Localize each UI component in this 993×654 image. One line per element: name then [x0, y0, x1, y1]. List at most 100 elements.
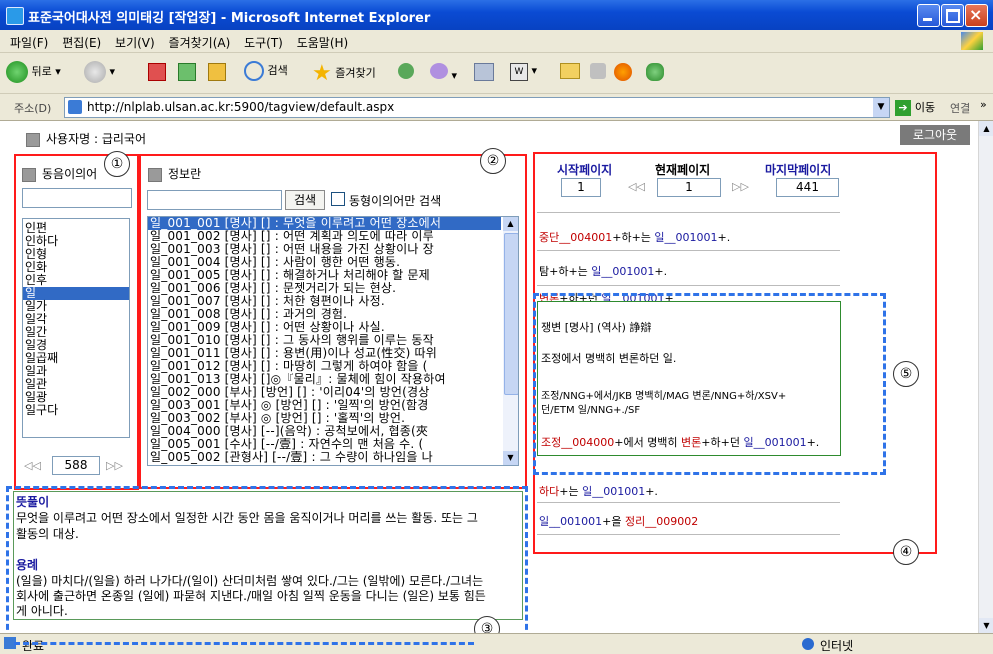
menu-edit[interactable]: 편집(E) [62, 34, 101, 51]
list-item[interactable]: 인후 [23, 274, 129, 287]
sense-item[interactable]: 일_001_002 [명사] [] : 어떤 계획과 의도에 따라 이루 [148, 230, 501, 243]
folder-icon[interactable] [560, 63, 580, 82]
toolbar: 뒤로 ▾ ▾ 검색 ★ 즐겨찾기 ▾ W ▾ [0, 53, 993, 94]
popup-morph-2: 던/ETM 일/NNG+./SF [541, 405, 641, 416]
last-page-input[interactable]: 441 [776, 178, 839, 197]
sense-item[interactable]: 일_001_010 [명사] [] : 그 동사의 행위를 이루는 동작 [148, 334, 501, 347]
mail-icon[interactable]: ▾ [430, 63, 457, 82]
address-dropdown-icon[interactable]: ▼ [873, 98, 889, 117]
sense-item[interactable]: 일_001_005 [명사] [] : 해결하거나 처리해야 할 문제 [148, 269, 501, 282]
sentence-2[interactable]: 탐+하+는 일__001001+. [539, 263, 667, 279]
page-prev-button[interactable]: ◁◁ [628, 180, 645, 193]
sense-item[interactable]: 일_003_001 [부사] ◎ [방언] [] : '일찍'의 방언(함경 [148, 399, 501, 412]
page-next-button[interactable]: ▷▷ [732, 180, 749, 193]
definition-panel: 뜻풀이 무엇을 이루려고 어떤 장소에서 일정한 시간 동안 몸을 움직이거나 … [13, 491, 523, 620]
tag-popup: 쟁변 [명사] (역사) 諍辯 조정에서 명백히 변론하던 일. 조정/NNG+… [537, 301, 841, 456]
print-icon[interactable] [474, 63, 494, 84]
square-bullet-icon [26, 132, 40, 147]
sense-item[interactable]: 일_005_002 [관형사] [--/壹] : 그 수량이 하나임을 나 [148, 451, 501, 464]
stop-icon[interactable] [148, 63, 166, 84]
sense-listbox[interactable]: 일_001_001 [명사] [] : 무엇을 이루려고 어떤 장소에서 일_0… [147, 216, 519, 466]
minimize-button[interactable] [917, 4, 940, 27]
tool-icon[interactable] [646, 63, 664, 84]
messenger-icon[interactable] [590, 63, 606, 82]
annotation-4: ④ [893, 539, 919, 565]
homograph-checkbox[interactable] [331, 192, 345, 206]
scroll-down-icon[interactable]: ▼ [979, 618, 993, 633]
go-arrow-icon: ➔ [895, 99, 911, 116]
header-nav: 사용자명 : 급리국어 [26, 130, 146, 147]
address-input[interactable]: http://nlplab.ulsan.ac.kr:5900/tagview/d… [64, 97, 890, 118]
status-text: 완료 [22, 639, 45, 653]
scroll-up-icon[interactable]: ▲ [503, 217, 518, 231]
favorites-button[interactable]: ★ 즐겨찾기 [312, 61, 376, 86]
sense-item[interactable]: 일_004_000 [명사] [--](음악) : 공척보에서, 협종(夾 [148, 425, 501, 438]
page-scrollbar[interactable]: ▲ ▼ [978, 121, 993, 633]
search-button[interactable]: 검색 [244, 61, 288, 81]
scroll-up-icon[interactable]: ▲ [979, 121, 993, 136]
sense-item[interactable]: 일_002_000 [부사] [방언] [] : '이리04'의 방언(경상 [148, 386, 501, 399]
square-bullet-icon [22, 167, 36, 182]
close-button[interactable]: × [965, 4, 988, 27]
info-title: 정보란 [148, 165, 201, 182]
history-icon[interactable] [398, 63, 414, 82]
sense-item[interactable]: 일_005_001 [수사] [--/壹] : 자연수의 맨 처음 수. ( [148, 438, 501, 451]
links-label[interactable]: 연결 [950, 100, 970, 116]
sense-item[interactable]: 일_001_008 [명사] [] : 과거의 경험. [148, 308, 501, 321]
scroll-thumb[interactable] [504, 233, 518, 395]
start-page-input[interactable]: 1 [561, 178, 601, 197]
sentence-1[interactable]: 중단__004001+하+는 일__001001+. [539, 229, 730, 245]
sense-item[interactable]: 일_001_013 [명사] []◎『물리』: 물체에 힘이 작용하여 [148, 373, 501, 386]
usage-text-cont: 회사에 출근하면 온종일 (일에) 파묻혀 지낸다./매일 아침 일찍 운동을 … [16, 589, 486, 603]
page-content: 사용자명 : 급리국어 로그아웃 동음이의어 인편 인하다 인형 인화 인후 일… [0, 121, 978, 642]
info-search-button[interactable]: 검색 [285, 190, 325, 210]
sense-item[interactable]: 일_001_007 [명사] [] : 처한 형편이나 사정. [148, 295, 501, 308]
windows-logo-icon [961, 32, 983, 50]
homonym-search-input[interactable] [22, 188, 132, 208]
menu-file[interactable]: 파일(F) [10, 34, 48, 51]
forward-button[interactable]: ▾ [84, 61, 115, 83]
popup-morph-1: 조정/NNG+에서/JKB 명백히/MAG 변론/NNG+하/XSV+ [541, 391, 787, 402]
window-title-bar: 표준국어대사전 의미태깅 [작업장] - Microsoft Internet … [0, 0, 993, 30]
sense-item-selected[interactable]: 일_001_001 [명사] [] : 무엇을 이루려고 어떤 장소에서 [148, 217, 501, 230]
divider [537, 212, 840, 213]
search-icon [244, 61, 264, 81]
sense-item[interactable]: 일_001_003 [명사] [] : 어떤 내용을 가진 상황이나 장 [148, 243, 501, 256]
scroll-down-icon[interactable]: ▼ [503, 451, 518, 465]
sense-scrollbar[interactable]: ▲ ▼ [503, 217, 518, 465]
sentence-5[interactable]: 일__001001+을 정리__009002 [539, 513, 698, 529]
refresh-icon[interactable] [178, 63, 196, 84]
sense-item[interactable]: 일_001_004 [명사] [] : 사람이 행한 어떤 행동. [148, 256, 501, 269]
help-icon[interactable] [614, 63, 632, 84]
homonym-prev-button[interactable]: ◁◁ [24, 459, 41, 472]
forward-arrow-icon [84, 61, 106, 83]
sense-item[interactable]: 일_001_006 [명사] [] : 문젯거리가 되는 현상. [148, 282, 501, 295]
chevron-right-icon[interactable]: » [980, 98, 987, 111]
info-search-input[interactable] [147, 190, 282, 210]
annotation-2: ② [480, 148, 506, 174]
status-bar: 완료 인터넷 [0, 633, 993, 654]
homonym-page-input[interactable]: 588 [52, 456, 100, 475]
sense-item[interactable]: 일_003_002 [부사] ◎ [방언] [] : '홀찍'의 방언. [148, 412, 501, 425]
home-icon[interactable] [208, 63, 226, 84]
maximize-button[interactable] [941, 4, 964, 27]
homograph-checkbox-label: 동형이의어만 검색 [349, 194, 442, 208]
word-icon[interactable]: W ▾ [510, 63, 537, 81]
homonym-listbox[interactable]: 인편 인하다 인형 인화 인후 일 일가 일각 일간 일경 일곱째 일과 일관 … [22, 218, 130, 438]
menu-help[interactable]: 도움말(H) [297, 34, 349, 51]
usage-title: 용례 [16, 558, 39, 572]
meaning-text-cont: 활동의 대상. [16, 527, 79, 541]
current-page-input[interactable]: 1 [657, 178, 721, 197]
sentence-4[interactable]: 하다+는 일__001001+. [539, 483, 658, 499]
list-item[interactable]: 일구다 [23, 404, 129, 417]
menu-view[interactable]: 보기(V) [115, 34, 155, 51]
sense-item[interactable]: 일_001_011 [명사] [] : 용변(用)이나 성교(性交) 따위 [148, 347, 501, 360]
back-button[interactable]: 뒤로 ▾ [6, 61, 61, 83]
menu-favorites[interactable]: 즐겨찾기(A) [169, 34, 231, 51]
homonym-next-button[interactable]: ▷▷ [106, 459, 123, 472]
go-button[interactable]: ➔ 이동 [895, 99, 935, 116]
sense-item[interactable]: 일_001_009 [명사] [] : 어떤 상황이나 사실. [148, 321, 501, 334]
sense-item[interactable]: 일_001_012 [명사] [] : 마땅히 그렇게 하여야 함을 ( [148, 360, 501, 373]
menu-tools[interactable]: 도구(T) [244, 34, 283, 51]
logout-button[interactable]: 로그아웃 [900, 125, 970, 145]
